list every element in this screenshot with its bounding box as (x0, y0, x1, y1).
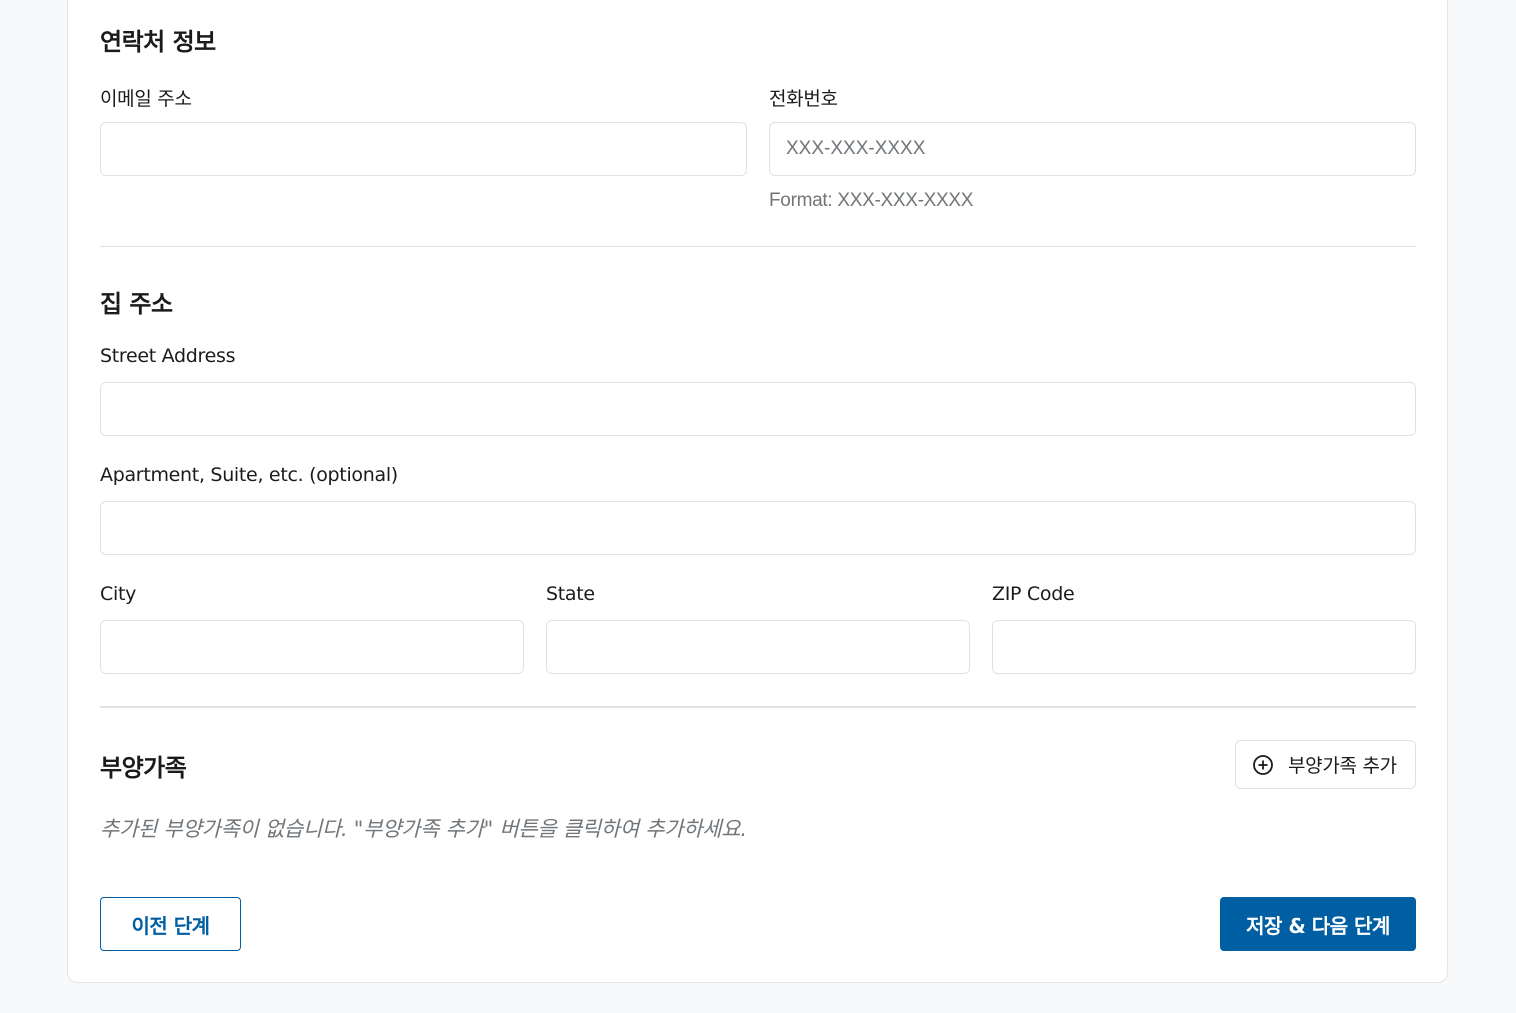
zip-label: ZIP Code (992, 583, 1075, 605)
phone-hint: Format: XXX-XXX-XXXX (769, 190, 974, 211)
phone-input[interactable] (769, 122, 1416, 176)
save-next-button[interactable]: 저장 & 다음 단계 (1220, 897, 1416, 951)
state-label: State (546, 583, 595, 605)
state-input[interactable] (546, 620, 970, 674)
apt-label: Apartment, Suite, etc. (optional) (100, 464, 398, 486)
city-input[interactable] (100, 620, 524, 674)
city-label: City (100, 583, 137, 605)
add-dependent-label: 부양가족 추가 (1288, 755, 1397, 777)
add-dependent-button[interactable]: 부양가족 추가 (1235, 740, 1416, 789)
section-divider (100, 246, 1416, 247)
dependents-section-title: 부양가족 (100, 754, 187, 782)
section-divider (100, 706, 1416, 708)
zip-input[interactable] (992, 620, 1416, 674)
previous-step-button[interactable]: 이전 단계 (100, 897, 241, 951)
plus-circle-icon (1252, 754, 1274, 776)
email-label: 이메일 주소 (100, 88, 192, 110)
phone-label: 전화번호 (769, 88, 838, 110)
dependents-empty-message: 추가된 부양가족이 없습니다. "부양가족 추가" 버튼을 클릭하여 추가하세요… (100, 817, 747, 841)
street-input[interactable] (100, 382, 1416, 436)
email-input[interactable] (100, 122, 747, 176)
apt-input[interactable] (100, 501, 1416, 555)
contact-section-title: 연락처 정보 (100, 28, 216, 56)
street-label: Street Address (100, 345, 236, 367)
address-section-title: 집 주소 (100, 290, 173, 318)
